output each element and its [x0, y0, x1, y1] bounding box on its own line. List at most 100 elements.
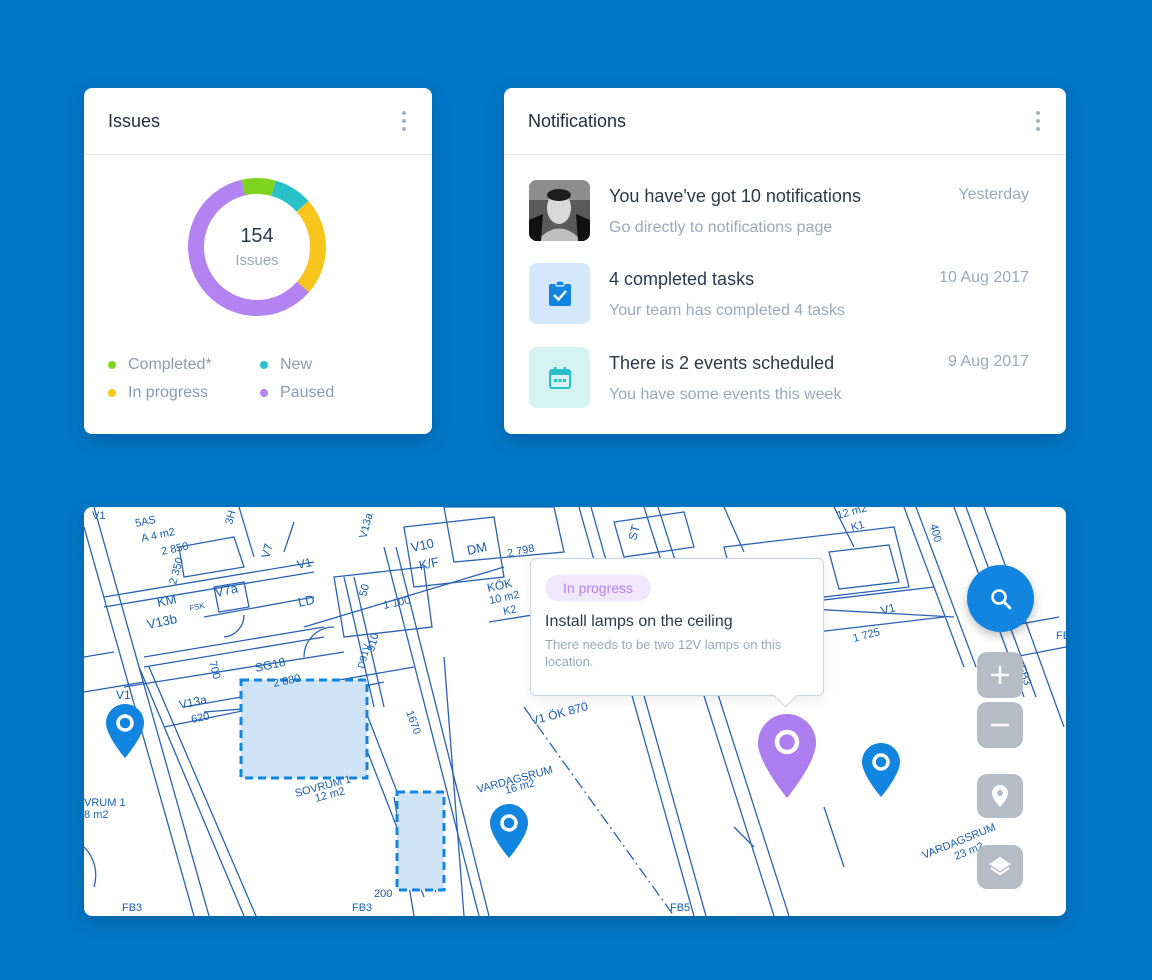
popover-title: Install lamps on the ceiling [545, 613, 733, 630]
floor-plan-map[interactable]: 5AS A 4 m2 2 850 2 350 KM V13b V7a FSK L… [84, 507, 1066, 916]
location-button[interactable] [977, 774, 1023, 818]
plus-icon [990, 665, 1010, 685]
notification-subtitle: You have some events this week [609, 386, 842, 403]
plan-label: V1 [879, 600, 897, 617]
notification-item[interactable]: There is 2 events scheduled You have som… [529, 347, 1029, 409]
legend-label: New [280, 356, 313, 373]
clipboard-check-icon [529, 263, 590, 324]
calendar-icon [529, 347, 590, 408]
zoom-out-button[interactable] [977, 702, 1023, 748]
plan-label: FB3 [352, 902, 372, 914]
legend-dot-icon [108, 389, 116, 397]
plan-label: K1 [850, 519, 866, 534]
map-pin-icon[interactable] [862, 743, 900, 797]
legend-in-progress: In progress [108, 384, 260, 402]
location-icon [992, 785, 1008, 807]
plan-label: 2 850 [160, 540, 189, 557]
plan-label: 700 [206, 660, 222, 681]
legend-dot-icon [108, 361, 116, 369]
plan-label: LD [297, 592, 316, 610]
plan-label: V1 [296, 555, 314, 572]
notifications-title: Notifications [528, 110, 627, 131]
legend-paused: Paused [260, 384, 410, 402]
notification-subtitle: Your team has completed 4 tasks [609, 302, 845, 319]
plan-label: V10 [410, 535, 436, 554]
plan-label: 1 725 [852, 626, 882, 645]
notifications-card: Notifications You have've got 10 notific… [504, 88, 1066, 434]
donut-center: 154 Issues [180, 170, 334, 324]
map-pin-selected-icon[interactable] [758, 714, 816, 798]
issues-total: 154 [240, 225, 274, 247]
legend-label: Paused [280, 384, 335, 401]
plan-label: 400 [927, 523, 943, 544]
legend-completed: Completed* [108, 356, 260, 374]
minus-icon [990, 723, 1010, 727]
plan-label: 1670 [403, 709, 423, 736]
plan-label: D91V [356, 642, 373, 669]
plan-label: V1 ÖK 870 [529, 699, 590, 728]
layers-button[interactable] [977, 845, 1023, 889]
plan-label: 50 [357, 583, 372, 598]
notification-title: 4 completed tasks [609, 269, 755, 289]
notifications-header: Notifications [504, 88, 1066, 155]
avatar [529, 180, 590, 241]
legend-dot-icon [260, 389, 268, 397]
plan-label: 8 m2 [84, 809, 108, 821]
plan-label: V7 [258, 542, 275, 560]
plan-label: A 4 m2 [140, 526, 176, 545]
issues-header: Issues [84, 88, 432, 155]
legend-label: In progress [128, 384, 209, 401]
issues-title: Issues [108, 110, 161, 131]
notification-title: You have've got 10 notifications [609, 186, 861, 206]
notification-item[interactable]: You have've got 10 notifications Go dire… [529, 180, 1029, 242]
plan-label: ST [625, 523, 643, 542]
plan-label: V13a [178, 692, 209, 712]
plan-label: K2 [502, 603, 518, 618]
plan-label: V13a [357, 511, 375, 540]
notifications-more-icon[interactable] [1034, 107, 1042, 135]
issues-donut-chart: 154 Issues [180, 170, 334, 324]
legend-label: Completed* [128, 356, 212, 373]
plan-label: SG18 [254, 655, 287, 675]
popover-description: There needs to be two 12V lamps on this … [545, 637, 782, 669]
zoom-in-button[interactable] [977, 652, 1023, 698]
notification-subtitle: Go directly to notifications page [609, 219, 833, 236]
plan-label: 1 100 [382, 594, 411, 611]
plan-label: V13b [146, 611, 179, 632]
notification-date: 10 Aug 2017 [939, 269, 1029, 286]
legend-dot-icon [260, 361, 268, 369]
plan-label: V7a [214, 580, 240, 600]
plan-label: KM [156, 591, 178, 610]
layers-icon [989, 857, 1011, 876]
issues-legend: Completed* New In progress Paused [108, 356, 418, 402]
plan-label: K/F [418, 554, 441, 573]
issues-card: Issues 154 Issues Completed* New In prog… [84, 88, 432, 434]
issues-total-label: Issues [235, 252, 279, 269]
search-icon [990, 588, 1011, 609]
legend-new: New [260, 356, 410, 374]
plan-label: FB [1056, 630, 1066, 642]
status-badge: In progress [545, 575, 652, 601]
plan-label: 12 m2 [836, 507, 869, 522]
plan-label: FB3 [122, 902, 142, 914]
plan-label: V1 [92, 510, 105, 522]
notification-item[interactable]: 4 completed tasks Your team has complete… [529, 263, 1029, 325]
notification-date: 9 Aug 2017 [948, 353, 1029, 370]
plan-label: 200 [374, 888, 392, 900]
search-button[interactable] [967, 565, 1034, 632]
plan-label: 2 798 [506, 542, 535, 559]
issues-more-icon[interactable] [400, 107, 408, 135]
notification-title: There is 2 events scheduled [609, 353, 835, 373]
plan-label: DM [466, 539, 489, 558]
map-pin-icon[interactable] [490, 804, 528, 858]
plan-label: V1 [116, 688, 131, 702]
plan-label: 620 [190, 710, 210, 726]
notification-date: Yesterday [958, 186, 1029, 203]
plan-label: 3H [223, 509, 238, 526]
issue-popover[interactable]: In progress Install lamps on the ceiling… [530, 558, 824, 696]
map-pin-icon[interactable] [106, 704, 144, 758]
plan-label: FB5 [670, 902, 690, 914]
plan-label: FSK [189, 601, 207, 613]
plan-label: 5AS [134, 514, 157, 530]
plan-label: VRUM 1 [84, 797, 126, 809]
